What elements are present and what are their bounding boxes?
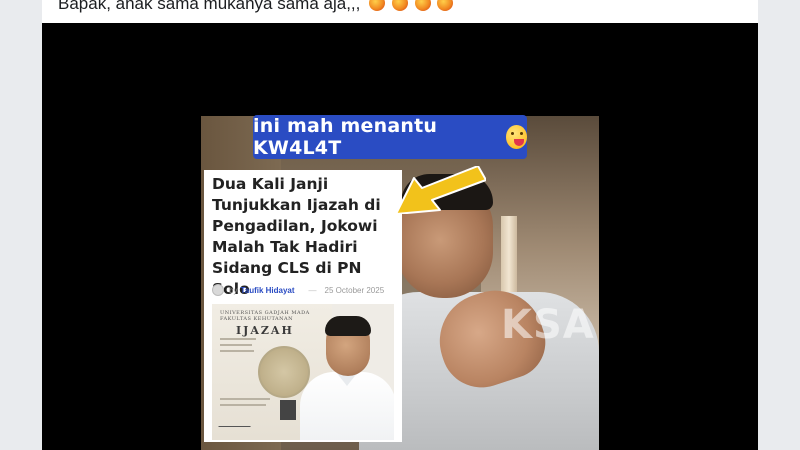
diploma-text-line xyxy=(220,404,266,406)
diploma-title: IJAZAH xyxy=(236,324,294,337)
video-overlay-banner: ini mah menantu KW4L4T xyxy=(253,115,527,159)
video-watermark: KSA xyxy=(501,302,595,348)
article-photo: UNIVERSITAS GADJAH MADA FAKULTAS KEHUTAN… xyxy=(212,304,394,440)
man-hair xyxy=(325,316,371,336)
post-caption-text: Bapak, anak sama mukanya sama aja,,, xyxy=(58,0,361,13)
diploma-text-line xyxy=(220,398,270,400)
byline-separator: — xyxy=(308,285,317,295)
caption-emoji-row xyxy=(369,0,455,14)
article-byline: by Taufik Hidayat — 25 October 2025 xyxy=(212,283,398,297)
diploma-signature xyxy=(218,418,254,427)
winking-tongue-face-icon xyxy=(505,125,527,149)
article-headline: Dua Kali Janji Tunjukkan Ijazah di Penga… xyxy=(212,175,381,298)
man-portrait xyxy=(292,310,394,440)
diploma-text-line xyxy=(220,338,256,340)
author-avatar-icon xyxy=(212,284,224,296)
angry-face-icon xyxy=(369,0,386,11)
angry-face-icon xyxy=(391,0,408,11)
overlay-text: ini mah menantu KW4L4T xyxy=(253,115,438,159)
post-caption: Bapak, anak sama mukanya sama aja,,, xyxy=(58,0,738,14)
social-post-page: Bapak, anak sama mukanya sama aja,,, KSA… xyxy=(0,0,800,450)
diploma-text-line xyxy=(220,344,252,346)
diploma-text-line xyxy=(220,350,254,352)
yellow-arrow-icon xyxy=(396,166,486,214)
angry-face-icon xyxy=(414,0,431,11)
article-screenshot: Dua Kali Janji Tunjukkan Ijazah di Penga… xyxy=(204,170,402,442)
article-date: 25 October 2025 xyxy=(324,285,385,295)
article-author: Taufik Hidayat xyxy=(240,285,295,295)
byline-prefix: by xyxy=(229,285,238,295)
angry-face-icon xyxy=(437,0,454,11)
